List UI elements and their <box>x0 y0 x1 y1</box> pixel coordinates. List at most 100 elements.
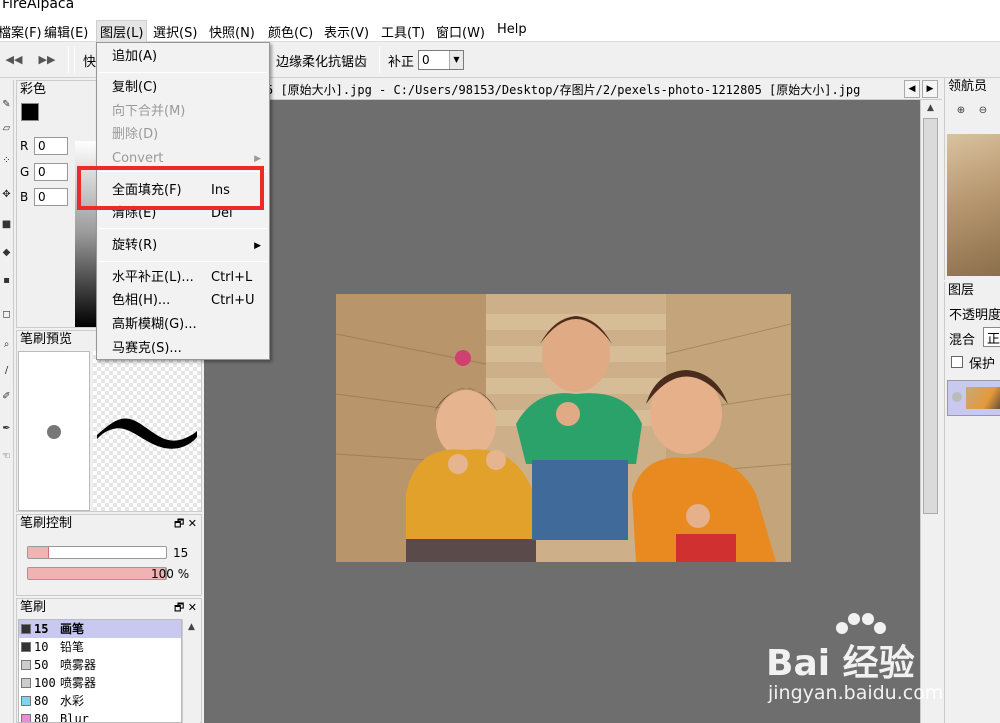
scroll-thumb[interactable] <box>923 118 938 514</box>
red-label: R <box>20 139 29 153</box>
menu-item-rotate[interactable]: 旋转(R) ▶ <box>97 235 269 257</box>
layer-row[interactable] <box>947 380 1000 416</box>
canvas-photo <box>336 294 791 562</box>
redo-icon[interactable]: ▶▶ <box>38 51 56 69</box>
brush-tip-dot <box>47 425 61 439</box>
select-tool-icon[interactable]: ◻ <box>0 308 13 322</box>
toolbar-divider <box>74 47 75 73</box>
menu-item-label: 色相(H)... <box>112 293 171 308</box>
tab-next-icon[interactable]: ▶ <box>922 80 938 98</box>
red-input[interactable]: 0 <box>34 137 68 155</box>
select-pen-icon[interactable]: ✐ <box>0 390 13 404</box>
watermark-url: jingyan.baidu.com <box>768 682 944 704</box>
panel-float-close-icon[interactable]: 🗗 ✕ <box>174 515 197 533</box>
scroll-up-icon[interactable]: ▲ <box>183 619 200 635</box>
menu-item-level-correction[interactable]: 水平补正(L)... Ctrl+L <box>97 267 269 289</box>
brush-list-item[interactable]: 50 喷雾器 <box>19 656 181 674</box>
canvas-file-path[interactable]: 5 [原始大小].jpg - C:/Users/98153/Desktop/存图… <box>266 81 860 98</box>
brush-size-fill <box>28 547 49 558</box>
foreground-color-swatch[interactable] <box>21 103 39 121</box>
brush-color-swatch <box>21 660 31 670</box>
brush-list-item[interactable]: 80 Blur <box>19 710 181 722</box>
hand-tool-icon[interactable]: ☜ <box>0 450 13 464</box>
menu-item-merge-down: 向下合并(M) <box>97 101 269 123</box>
protect-checkbox[interactable] <box>951 356 963 368</box>
lasso-tool-icon[interactable]: ⌕ <box>0 338 13 352</box>
menu-item-add[interactable]: 追加(A) <box>97 46 269 68</box>
menu-layer[interactable]: 图层(L) <box>96 20 148 43</box>
menu-item-shortcut: Ctrl+U <box>211 293 255 308</box>
blue-label: B <box>20 190 29 204</box>
move-tool-icon[interactable]: ✥ <box>0 188 13 202</box>
brush-size: 50 <box>34 658 49 672</box>
menu-item-gaussian-blur[interactable]: 高斯模糊(G)... <box>97 314 269 336</box>
brush-panel: 笔刷 🗗 ✕ 15 画笔 10 铅笔 50 喷雾器 100 喷雾器 80 水彩 80 Blu… <box>16 598 202 723</box>
submenu-arrow-icon: ▶ <box>254 241 261 251</box>
zoom-out-icon[interactable]: ⊖ <box>975 104 991 118</box>
menu-select[interactable]: 選択(S) <box>150 21 200 42</box>
navigator-thumbnail[interactable] <box>947 134 1000 276</box>
baidu-watermark: Bai 经验 jingyan.baidu.com <box>766 612 996 712</box>
green-input[interactable]: 0 <box>34 163 68 181</box>
photo-children-image <box>336 294 791 562</box>
brush-panel-title: 笔刷 🗗 ✕ <box>17 599 201 617</box>
brush-list-item[interactable]: 10 铅笔 <box>19 638 181 656</box>
canvas-tab-bar: 5 [原始大小].jpg - C:/Users/98153/Desktop/存图… <box>204 78 942 100</box>
menu-window[interactable]: 窗口(W) <box>433 21 488 42</box>
brush-name: 画笔 <box>60 622 85 636</box>
menu-separator <box>99 261 267 262</box>
navigator-title: 领航员 <box>945 78 1000 96</box>
brush-size-slider[interactable] <box>27 546 167 559</box>
blend-label: 混合 <box>949 333 976 348</box>
app-title: FireAlpaca <box>2 0 75 12</box>
menu-tools[interactable]: 工具(T) <box>378 21 428 42</box>
tool-strip: ✎ ▱ ⁘ ✥ ■ ◆ ▪ ◻ ⌕ / ✐ ✒ ☜ <box>0 80 14 723</box>
fill-tool-icon[interactable]: ■ <box>0 218 13 232</box>
menu-edit[interactable]: 编辑(E) <box>41 21 91 42</box>
brush-list-item[interactable]: 100 喷雾器 <box>19 674 181 692</box>
brush-list: 15 画笔 10 铅笔 50 喷雾器 100 喷雾器 80 水彩 80 Blur <box>18 619 182 723</box>
correction-label: 补正 <box>388 55 415 70</box>
layer-visibility-icon[interactable] <box>952 392 962 402</box>
blend-mode-select[interactable]: 正 <box>983 327 1000 347</box>
toolbar-divider <box>379 47 380 73</box>
brush-list-scrollbar[interactable]: ▲ <box>182 619 200 723</box>
pen-tool-icon[interactable]: ✎ <box>0 98 13 112</box>
brush-list-item[interactable]: 15 画笔 <box>19 620 181 638</box>
menu-item-label: 复制(C) <box>112 80 158 95</box>
undo-icon[interactable]: ◀◀ <box>5 51 23 69</box>
menu-color[interactable]: 颜色(C) <box>265 21 316 42</box>
menu-snapshot[interactable]: 快照(N) <box>206 21 258 42</box>
tab-prev-icon[interactable]: ◀ <box>904 80 920 98</box>
chevron-down-icon[interactable]: ▼ <box>449 51 463 69</box>
eraser-tool-icon[interactable]: ▱ <box>0 122 13 136</box>
dots-tool-icon[interactable]: ⁘ <box>0 154 13 168</box>
brush-opacity-slider[interactable] <box>27 567 167 580</box>
brush-stroke-preview <box>93 351 201 511</box>
panel-float-close-icon[interactable]: 🗗 ✕ <box>174 599 197 617</box>
menu-file[interactable]: 檔案(F) <box>0 21 45 42</box>
layers-title: 图层 <box>945 282 1000 300</box>
menu-item-mosaic[interactable]: 马赛克(S)... <box>97 338 269 360</box>
brush-opacity-value: 100 % <box>151 567 190 581</box>
brush-size: 100 <box>34 676 56 690</box>
eyedropper-icon[interactable]: ✒ <box>0 422 13 436</box>
menu-item-label: 追加(A) <box>112 49 158 64</box>
green-label: G <box>20 165 30 179</box>
antialias-label[interactable]: 边缘柔化抗锯齿 <box>276 51 367 70</box>
menu-item-label: 马赛克(S)... <box>112 341 182 356</box>
snap-label: 快 <box>83 55 97 70</box>
correction-select[interactable]: 0 ▼ <box>418 50 464 70</box>
brush-list-item[interactable]: 80 水彩 <box>19 692 181 710</box>
menu-view[interactable]: 表示(V) <box>321 21 372 42</box>
menu-help[interactable]: Help <box>494 21 530 38</box>
menu-item-duplicate[interactable]: 复制(C) <box>97 77 269 99</box>
brush-size: 15 <box>34 622 49 636</box>
zoom-in-icon[interactable]: ⊕ <box>953 104 969 118</box>
menu-item-hue[interactable]: 色相(H)... Ctrl+U <box>97 290 269 312</box>
blue-input[interactable]: 0 <box>34 188 68 206</box>
bucket-tool-icon[interactable]: ◆ <box>0 246 13 260</box>
gradient-tool-icon[interactable]: ▪ <box>0 274 13 288</box>
magic-wand-icon[interactable]: / <box>0 364 13 378</box>
scroll-up-icon[interactable]: ▲ <box>921 100 940 116</box>
